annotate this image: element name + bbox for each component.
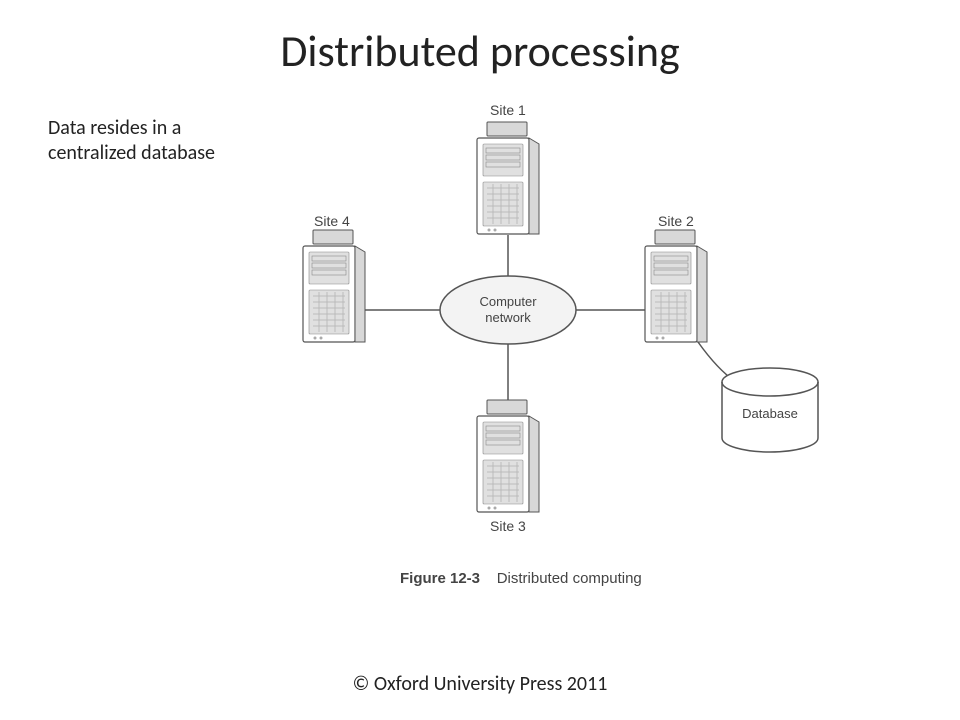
figure-caption: Figure 12-3 Distributed computing — [400, 570, 642, 587]
slide-title: Distributed processing — [0, 24, 960, 78]
figure-number: Figure 12-3 — [400, 570, 480, 587]
label-site-3: Site 3 — [490, 518, 526, 534]
server-site-1 — [477, 122, 539, 234]
diagram-svg: Computer network — [250, 100, 850, 620]
server-site-2 — [645, 230, 707, 342]
database-icon: Database — [722, 368, 818, 452]
hub-label-line2: network — [485, 310, 531, 325]
label-site-4: Site 4 — [314, 213, 350, 229]
server-site-3 — [477, 400, 539, 512]
label-site-1: Site 1 — [490, 102, 526, 118]
server-site-4 — [303, 230, 365, 342]
diagram: Computer network — [250, 100, 850, 620]
hub-label-line1: Computer — [479, 294, 537, 309]
slide: Distributed processing Data resides in a… — [0, 0, 960, 720]
slide-note: Data resides in a centralized database — [48, 116, 218, 166]
figure-caption-text: Distributed computing — [497, 570, 642, 587]
label-site-2: Site 2 — [658, 213, 694, 229]
slide-footer: © Oxford University Press 2011 — [0, 672, 960, 696]
database-label: Database — [742, 406, 798, 421]
